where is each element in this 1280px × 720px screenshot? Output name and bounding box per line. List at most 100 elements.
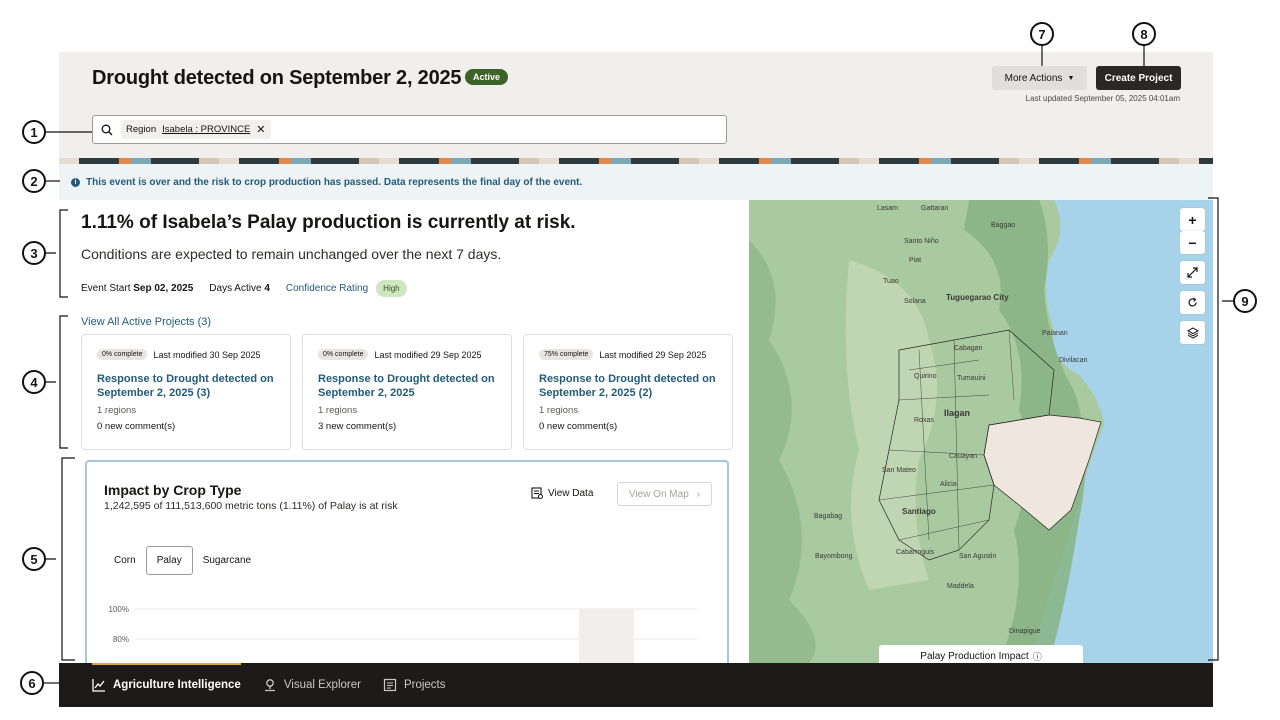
callout-marker: 6 bbox=[20, 671, 44, 695]
project-card[interactable]: 0% complete Last modified 29 Sep 2025 Res… bbox=[302, 334, 512, 450]
close-icon[interactable]: ✕ bbox=[256, 123, 265, 136]
impact-subtitle: 1,242,595 of 111,513,600 metric tons (1.… bbox=[104, 500, 398, 512]
chevron-right-icon: › bbox=[696, 488, 701, 500]
view-on-map-button[interactable]: View On Map › bbox=[617, 482, 712, 506]
y-tick-label: 80% bbox=[113, 635, 129, 644]
map-label: Piat bbox=[909, 257, 921, 264]
nav-visual-explorer[interactable]: Visual Explorer bbox=[263, 663, 361, 707]
tab-palay[interactable]: Palay bbox=[145, 546, 193, 575]
confidence-rating-link[interactable]: Confidence Rating bbox=[286, 283, 368, 294]
project-regions: 1 regions bbox=[97, 405, 137, 416]
nav-label: Projects bbox=[403, 679, 446, 691]
chart-icon bbox=[92, 679, 105, 692]
crop-type-tabs: Corn Palay Sugarcane bbox=[104, 546, 261, 575]
map-label: Alicia bbox=[940, 481, 957, 488]
impact-by-crop-panel: Impact by Crop Type 1,242,595 of 111,513… bbox=[85, 460, 729, 663]
last-modified: Last modified 29 Sep 2025 bbox=[374, 349, 482, 360]
map-label: Cauayan bbox=[949, 453, 977, 460]
event-start: Event Start Sep 02, 2025 bbox=[81, 283, 194, 294]
view-data-label: View Data bbox=[548, 487, 594, 499]
project-regions: 1 regions bbox=[539, 405, 579, 416]
caret-down-icon: ▼ bbox=[1067, 74, 1075, 82]
last-updated-text: Last updated September 05, 2025 04:01am bbox=[1025, 94, 1180, 103]
map-label: Lasam bbox=[877, 205, 898, 212]
expand-icon bbox=[1187, 267, 1198, 278]
map-label: Dinapigue bbox=[1009, 628, 1041, 635]
chip-prefix: Region bbox=[126, 124, 157, 135]
map-legend-label: Palay Production Impact bbox=[920, 650, 1029, 662]
project-card[interactable]: 75% complete Last modified 29 Sep 2025 Re… bbox=[523, 334, 733, 450]
days-active: Days Active 4 bbox=[209, 283, 270, 294]
view-all-projects-link[interactable]: View All Active Projects (3) bbox=[81, 316, 211, 328]
project-title-link[interactable]: Response to Drought detected on Septembe… bbox=[97, 372, 275, 400]
map-legend[interactable]: Palay Production Impact ⓘ bbox=[879, 645, 1083, 663]
map-pin-icon bbox=[264, 679, 275, 692]
progress-badge: 75% complete bbox=[539, 349, 594, 360]
map-label: Cabagan bbox=[954, 345, 983, 352]
progress-badge: 0% complete bbox=[97, 349, 148, 360]
tab-corn[interactable]: Corn bbox=[104, 547, 146, 574]
map-label: Solana bbox=[904, 298, 926, 305]
left-panel: 1.11% of Isabela’s Palay production is c… bbox=[59, 200, 749, 663]
map-label: Divilacan bbox=[1059, 357, 1088, 364]
info-message: This event is over and the risk to crop … bbox=[86, 176, 583, 188]
map-label: Santiago bbox=[902, 507, 936, 516]
map-label: Tumauini bbox=[957, 375, 986, 382]
impact-title: Impact by Crop Type bbox=[104, 482, 242, 498]
layers-button[interactable] bbox=[1180, 321, 1205, 344]
map-canvas[interactable]: Lasam Gattaran Baggao Santo Niño Piat Tu… bbox=[749, 200, 1213, 663]
view-on-map-label: View On Map bbox=[628, 488, 689, 500]
search-filter-bar[interactable]: Region Isabela : PROVINCE ✕ bbox=[92, 115, 727, 144]
info-message-bar: i This event is over and the risk to cro… bbox=[59, 164, 1213, 200]
map-label: San Mateo bbox=[882, 467, 916, 474]
project-title-link[interactable]: Response to Drought detected on Septembe… bbox=[539, 372, 717, 400]
callout-marker: 5 bbox=[22, 547, 46, 571]
reset-map-button[interactable] bbox=[1180, 291, 1205, 314]
risk-headline: 1.11% of Isabela’s Palay production is c… bbox=[81, 212, 576, 233]
projects-icon bbox=[383, 678, 397, 692]
status-badge: Active bbox=[465, 69, 509, 85]
view-data-button[interactable]: View Data bbox=[531, 487, 593, 499]
progress-badge: 0% complete bbox=[318, 349, 369, 360]
table-icon bbox=[531, 487, 543, 499]
y-tick-label: 100% bbox=[109, 605, 129, 614]
callout-marker: 2 bbox=[22, 169, 46, 193]
fullscreen-button[interactable] bbox=[1180, 261, 1205, 284]
app-window: Drought detected on September 2, 2025 Ac… bbox=[59, 52, 1213, 707]
search-icon bbox=[101, 124, 113, 135]
layers-icon bbox=[1186, 326, 1199, 339]
more-actions-button[interactable]: More Actions ▼ bbox=[992, 66, 1087, 90]
project-title-link[interactable]: Response to Drought detected on Septembe… bbox=[318, 372, 496, 400]
map-label: San Agustin bbox=[959, 553, 996, 560]
bottom-nav: Agriculture Intelligence Visual Explorer… bbox=[59, 663, 1213, 707]
project-regions: 1 regions bbox=[318, 405, 358, 416]
callout-marker: 8 bbox=[1132, 22, 1156, 46]
zoom-out-button[interactable]: − bbox=[1180, 231, 1205, 254]
map-label: Cabarroguis bbox=[896, 549, 935, 556]
create-project-button[interactable]: Create Project bbox=[1096, 66, 1181, 90]
project-card[interactable]: 0% complete Last modified 30 Sep 2025 Res… bbox=[81, 334, 291, 450]
event-meta-row: Event Start Sep 02, 2025 Days Active 4 C… bbox=[81, 280, 407, 297]
project-comments: 0 new comment(s) bbox=[97, 421, 176, 432]
help-icon[interactable]: ⓘ bbox=[1033, 650, 1042, 663]
map-label: Tuao bbox=[883, 278, 899, 285]
nav-projects[interactable]: Projects bbox=[383, 663, 446, 707]
map-label: Ilagan bbox=[944, 408, 970, 418]
map-label: Roxas bbox=[914, 417, 934, 424]
project-comments: 3 new comment(s) bbox=[318, 421, 397, 432]
map-label: Bagabag bbox=[814, 513, 842, 520]
callout-marker: 4 bbox=[22, 370, 46, 394]
tab-sugarcane[interactable]: Sugarcane bbox=[193, 547, 261, 574]
last-modified: Last modified 30 Sep 2025 bbox=[153, 349, 261, 360]
zoom-in-button[interactable]: + bbox=[1180, 208, 1205, 231]
region-filter-chip: Region Isabela : PROVINCE ✕ bbox=[121, 120, 271, 139]
map-label: Palanan bbox=[1042, 330, 1068, 337]
nav-agriculture-intelligence[interactable]: Agriculture Intelligence bbox=[92, 663, 241, 707]
impact-chart: 100% 80% bbox=[109, 605, 697, 663]
chip-value[interactable]: Isabela : PROVINCE bbox=[162, 124, 250, 135]
map-view[interactable]: Lasam Gattaran Baggao Santo Niño Piat Tu… bbox=[749, 200, 1213, 663]
map-label: Maddela bbox=[947, 583, 974, 590]
callout-marker: 7 bbox=[1030, 22, 1054, 46]
callout-marker: 9 bbox=[1233, 289, 1257, 313]
last-modified: Last modified 29 Sep 2025 bbox=[599, 349, 707, 360]
